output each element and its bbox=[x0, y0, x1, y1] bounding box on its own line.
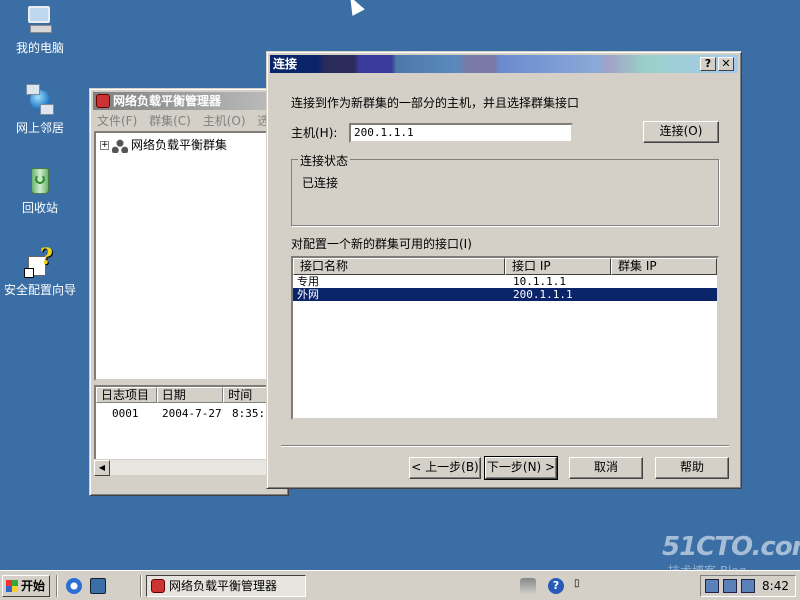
desktop-icon-my-computer[interactable]: 我的电脑 bbox=[0, 4, 80, 56]
log-row[interactable]: 0001 2004-7-27 8:35:2 bbox=[96, 407, 282, 420]
menu-cluster[interactable]: 群集(C) bbox=[149, 114, 191, 128]
network-places-icon bbox=[24, 84, 56, 116]
nlb-manager-window[interactable]: 网络负载平衡管理器 文件(F) 群集(C) 主机(O) 选 + 网络负载平衡群集 … bbox=[89, 88, 289, 496]
help-support-icon[interactable]: ? bbox=[548, 578, 564, 594]
col-cluster-ip[interactable]: 群集 IP bbox=[611, 258, 717, 275]
help-button[interactable]: 帮助 bbox=[655, 457, 729, 479]
interfaces-list[interactable]: 接口名称 接口 IP 群集 IP 专用 10.1.1.1 外网 200.1.1.… bbox=[291, 256, 719, 420]
col-interface-ip[interactable]: 接口 IP bbox=[505, 258, 611, 275]
interface-ip: 10.1.1.1 bbox=[513, 275, 566, 288]
nlb-app-icon bbox=[96, 94, 110, 108]
log-col-date[interactable]: 日期 bbox=[156, 387, 224, 403]
log-entry-date: 2004-7-27 bbox=[162, 407, 222, 420]
cluster-tree[interactable]: + 网络负载平衡群集 bbox=[94, 131, 284, 381]
connection-status-value: 已连接 bbox=[302, 176, 339, 190]
interfaces-label: 对配置一个新的群集可用的接口(I) bbox=[291, 237, 472, 251]
help-icon[interactable]: ? bbox=[700, 57, 716, 71]
interface-cluster-ip bbox=[611, 288, 717, 301]
host-input[interactable]: 200.1.1.1 bbox=[349, 123, 573, 143]
interface-cluster-ip bbox=[611, 275, 717, 288]
taskbar-divider bbox=[56, 575, 58, 597]
taskbar-clock[interactable]: 8:42 bbox=[762, 579, 789, 593]
interface-name: 专用 bbox=[297, 275, 319, 288]
connection-status-group: 连接状态 已连接 bbox=[291, 152, 719, 226]
tray-volume-icon[interactable] bbox=[741, 579, 755, 593]
interface-row-selected[interactable]: 外网 200.1.1.1 bbox=[293, 288, 717, 301]
command-prompt-icon[interactable]: ▯ bbox=[574, 578, 590, 594]
taskbar-divider bbox=[140, 575, 142, 597]
tree-node-root[interactable]: + 网络负载平衡群集 bbox=[100, 136, 227, 153]
start-button[interactable]: 开始 bbox=[2, 575, 50, 597]
show-desktop-icon[interactable] bbox=[90, 578, 106, 594]
connect-dialog-titlebar[interactable]: 连接 ? ✕ bbox=[270, 55, 738, 73]
watermark-logo: 51CTO.com bbox=[662, 532, 800, 562]
log-entry-id: 0001 bbox=[112, 407, 139, 420]
cluster-icon bbox=[112, 138, 128, 153]
recycle-bin-icon bbox=[24, 164, 56, 196]
security-wizard-icon: ? bbox=[24, 244, 56, 278]
nlb-menubar: 文件(F) 群集(C) 主机(O) 选 bbox=[93, 112, 285, 130]
tree-node-label: 网络负载平衡群集 bbox=[131, 138, 228, 152]
windows-flag-icon bbox=[6, 580, 18, 592]
desktop-icon-security-wizard[interactable]: ? 安全配置向导 bbox=[0, 244, 80, 298]
menu-host[interactable]: 主机(O) bbox=[203, 114, 246, 128]
dialog-intro-text: 连接到作为新群集的一部分的主机，并且选择群集接口 bbox=[291, 96, 580, 110]
tray-network-icon-2[interactable] bbox=[723, 579, 737, 593]
connect-button[interactable]: 连接(O) bbox=[643, 121, 719, 143]
internet-explorer-icon[interactable] bbox=[66, 578, 82, 594]
connection-status-title: 连接状态 bbox=[298, 152, 351, 169]
desktop-icon-label: 安全配置向导 bbox=[3, 283, 76, 297]
log-horizontal-scrollbar[interactable]: ◀ bbox=[94, 459, 284, 476]
tray-network-icon[interactable] bbox=[705, 579, 719, 593]
interface-ip: 200.1.1.1 bbox=[513, 288, 573, 301]
desktop-icon-label: 我的电脑 bbox=[15, 41, 64, 55]
log-col-entry[interactable]: 日志项目 bbox=[96, 387, 157, 403]
connect-dialog-title: 连接 bbox=[273, 57, 298, 71]
network-connection-icon[interactable] bbox=[520, 578, 536, 594]
nlb-manager-titlebar[interactable]: 网络负载平衡管理器 bbox=[93, 92, 285, 110]
log-header: 日志项目 日期 时间 bbox=[96, 387, 282, 403]
desktop-icon-label: 回收站 bbox=[21, 201, 58, 215]
scroll-left-icon[interactable]: ◀ bbox=[94, 460, 110, 476]
my-computer-icon bbox=[24, 4, 56, 36]
mouse-cursor-icon bbox=[344, 0, 365, 16]
next-button[interactable]: 下一步(N) > bbox=[484, 456, 558, 480]
button-separator bbox=[281, 445, 729, 447]
desktop-icon-label: 网上邻居 bbox=[15, 121, 64, 135]
desktop-icon-network-places[interactable]: 网上邻居 bbox=[0, 84, 80, 136]
taskbar-button-nlb-manager[interactable]: 网络负载平衡管理器 bbox=[146, 575, 306, 597]
expand-icon[interactable]: + bbox=[100, 141, 109, 150]
interface-name: 外网 bbox=[297, 288, 319, 301]
connect-dialog[interactable]: 连接 ? ✕ 连接到作为新群集的一部分的主机，并且选择群集接口 主机(H): 2… bbox=[266, 51, 742, 489]
cancel-button[interactable]: 取消 bbox=[569, 457, 643, 479]
taskbar-button-label: 网络负载平衡管理器 bbox=[169, 579, 278, 593]
nlb-app-icon bbox=[151, 579, 165, 593]
start-label: 开始 bbox=[21, 579, 46, 593]
nlb-manager-title: 网络负载平衡管理器 bbox=[113, 94, 222, 108]
taskbar: 开始 网络负载平衡管理器 ? ▯ 8:42 bbox=[0, 570, 800, 600]
close-icon[interactable]: ✕ bbox=[718, 57, 734, 71]
desktop-icon-recycle-bin[interactable]: 回收站 bbox=[0, 164, 80, 216]
system-tray: 8:42 bbox=[700, 575, 796, 597]
back-button[interactable]: < 上一步(B) bbox=[409, 457, 481, 479]
interface-row[interactable]: 专用 10.1.1.1 bbox=[293, 275, 717, 288]
interfaces-header: 接口名称 接口 IP 群集 IP bbox=[293, 258, 717, 275]
host-label: 主机(H): bbox=[291, 126, 338, 140]
menu-file[interactable]: 文件(F) bbox=[97, 114, 137, 128]
col-interface-name[interactable]: 接口名称 bbox=[293, 258, 505, 275]
